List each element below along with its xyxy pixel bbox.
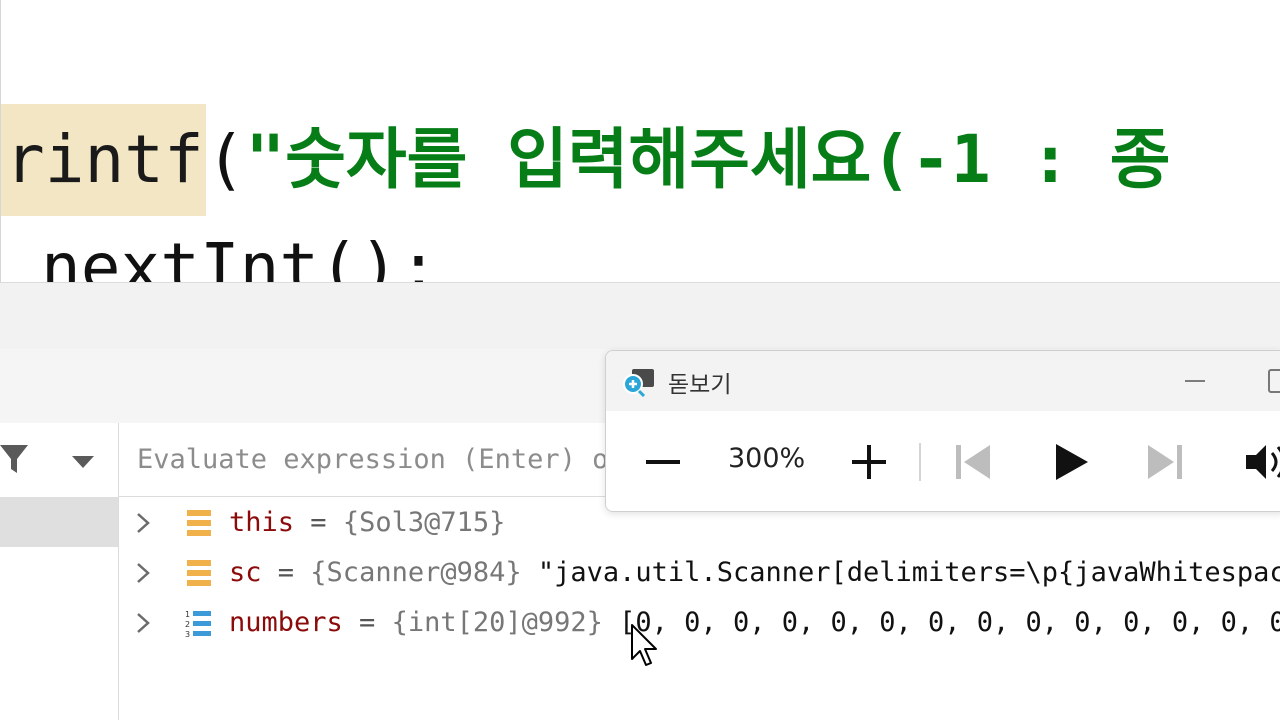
variable-row[interactable]: sc = {Scanner@984} "java.util.Scanner[de… [119, 548, 1280, 598]
variable-name: numbers [229, 607, 343, 638]
code-string-literal: "숫자를 입력해주세요(-1 : 종 [245, 121, 1171, 198]
mouse-cursor-icon [631, 624, 657, 666]
code-line-nextint: nextInt(); [41, 229, 439, 282]
chevron-right-icon[interactable] [133, 511, 153, 535]
svg-text:2: 2 [185, 620, 190, 629]
variable-row[interactable]: 1 2 3 numbers = {int[20]@992} [0, 0, 0, … [119, 598, 1280, 648]
magnifier-toolbar: 300% [606, 411, 1280, 511]
field-icon [187, 560, 211, 586]
variable-extra: "java.util.Scanner[delimiters=\p{javaWhi… [521, 557, 1280, 588]
variable-value: {int[20]@992} [391, 607, 603, 638]
skip-back-icon[interactable] [952, 441, 994, 483]
evaluate-expression-input[interactable] [137, 439, 617, 479]
highlighted-token: rintf [1, 104, 206, 216]
magnifier-app-icon [623, 369, 654, 397]
code-editor[interactable]: rintf("숫자를 입력해주세요(-1 : 종 nextInt(); [0, 0, 1280, 282]
variable-equals: = [342, 607, 392, 638]
variable-value: {Scanner@984} [310, 557, 522, 588]
svg-text:3: 3 [185, 630, 190, 638]
frames-panel [0, 423, 119, 720]
variable-name: this [229, 507, 295, 538]
zoom-in-icon[interactable] [848, 441, 890, 483]
read-aloud-icon[interactable] [1242, 441, 1280, 483]
zoom-out-icon[interactable] [642, 441, 684, 483]
play-icon[interactable] [1050, 441, 1092, 483]
variable-extra: [0, 0, 0, 0, 0, 0, 0, 0, 0, 0, 0, 0, 0, … [602, 607, 1280, 638]
array-icon: 1 2 3 [185, 610, 211, 638]
code-line-printf: rintf("숫자를 입력해주세요(-1 : 종 [1, 104, 1171, 216]
variable-text: sc = {Scanner@984} "java.util.Scanner[de… [229, 548, 1280, 598]
variable-name: sc [229, 557, 262, 588]
variable-text: numbers = {int[20]@992} [0, 0, 0, 0, 0, … [229, 598, 1280, 648]
maximize-icon[interactable] [1268, 369, 1280, 393]
chevron-right-icon[interactable] [133, 611, 153, 635]
toolbar-separator [919, 443, 921, 481]
skip-forward-icon[interactable] [1144, 441, 1186, 483]
code-paren: ( [205, 121, 246, 198]
magnifier-titlebar[interactable]: 돋보기 [606, 351, 1280, 411]
chevron-down-icon[interactable] [70, 451, 96, 471]
variable-value: {Sol3@715} [342, 507, 506, 538]
svg-text:1: 1 [185, 610, 190, 619]
magnifier-title: 돋보기 [668, 372, 732, 398]
magnifier-window[interactable]: 돋보기 300% [605, 350, 1280, 512]
minimize-icon[interactable] [1182, 365, 1208, 395]
variable-equals: = [294, 507, 343, 538]
chevron-right-icon[interactable] [133, 561, 153, 585]
debug-toolbar-band [0, 282, 1280, 350]
variable-text: this = {Sol3@715} [229, 498, 505, 548]
variable-equals: = [261, 557, 311, 588]
filter-icon[interactable] [0, 441, 30, 477]
zoom-level: 300% [728, 443, 806, 474]
field-icon [187, 510, 211, 536]
selected-frame[interactable] [0, 497, 118, 547]
